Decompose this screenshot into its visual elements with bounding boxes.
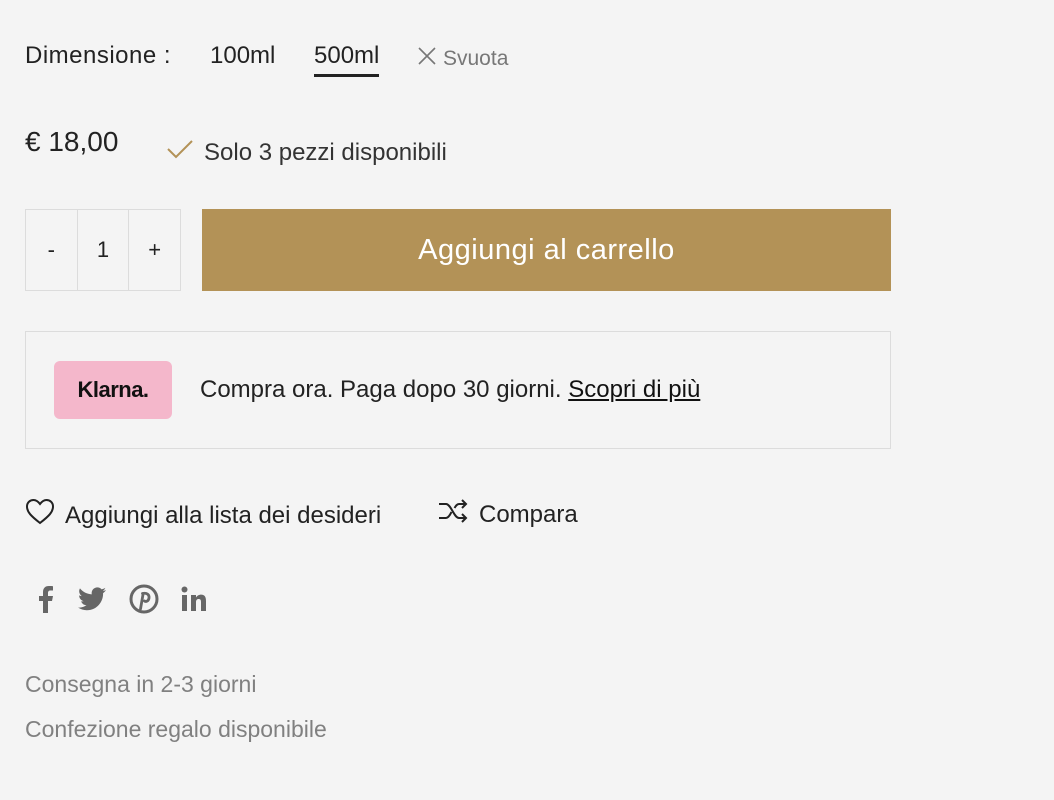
quantity-increase-button[interactable]: + xyxy=(128,210,180,290)
add-to-wishlist-button[interactable]: Aggiungi alla lista dei desideri xyxy=(25,498,381,533)
linkedin-icon[interactable] xyxy=(178,583,210,615)
add-to-cart-button[interactable]: Aggiungi al carrello xyxy=(202,209,891,291)
clear-size-label: Svuota xyxy=(443,47,509,70)
compare-label: Compara xyxy=(479,500,578,528)
shuffle-icon xyxy=(437,498,469,531)
check-icon xyxy=(166,138,194,167)
quantity-stepper: - 1 + xyxy=(25,209,181,291)
size-option-100ml[interactable]: 100ml xyxy=(210,42,275,70)
twitter-icon[interactable] xyxy=(76,583,108,615)
product-price: € 18,00 xyxy=(25,126,119,157)
klarna-message: Compra ora. Paga dopo 30 giorni. Scopri … xyxy=(200,376,700,404)
wishlist-label: Aggiungi alla lista dei desideri xyxy=(65,501,382,529)
klarna-logo: Klarna. xyxy=(54,361,172,419)
quantity-decrease-button[interactable]: - xyxy=(26,210,77,290)
pinterest-icon[interactable] xyxy=(128,583,160,615)
delivery-info: Consegna in 2-3 giorni xyxy=(25,671,257,697)
quantity-input[interactable]: 1 xyxy=(76,210,129,290)
facebook-icon[interactable] xyxy=(29,583,61,615)
gift-wrap-info: Confezione regalo disponibile xyxy=(25,716,327,742)
stock-text: Solo 3 pezzi disponibili xyxy=(204,138,447,166)
close-icon xyxy=(417,46,437,72)
stock-status: Solo 3 pezzi disponibili xyxy=(166,138,447,167)
klarna-text: Compra ora. Paga dopo 30 giorni. xyxy=(200,376,562,403)
size-label: Dimensione : xyxy=(25,42,172,69)
heart-icon xyxy=(25,498,55,533)
clear-size-button[interactable]: Svuota xyxy=(417,46,508,72)
compare-button[interactable]: Compara xyxy=(437,498,578,531)
size-option-500ml[interactable]: 500ml xyxy=(314,42,380,77)
klarna-learn-more-link[interactable]: Scopri di più xyxy=(568,376,700,403)
